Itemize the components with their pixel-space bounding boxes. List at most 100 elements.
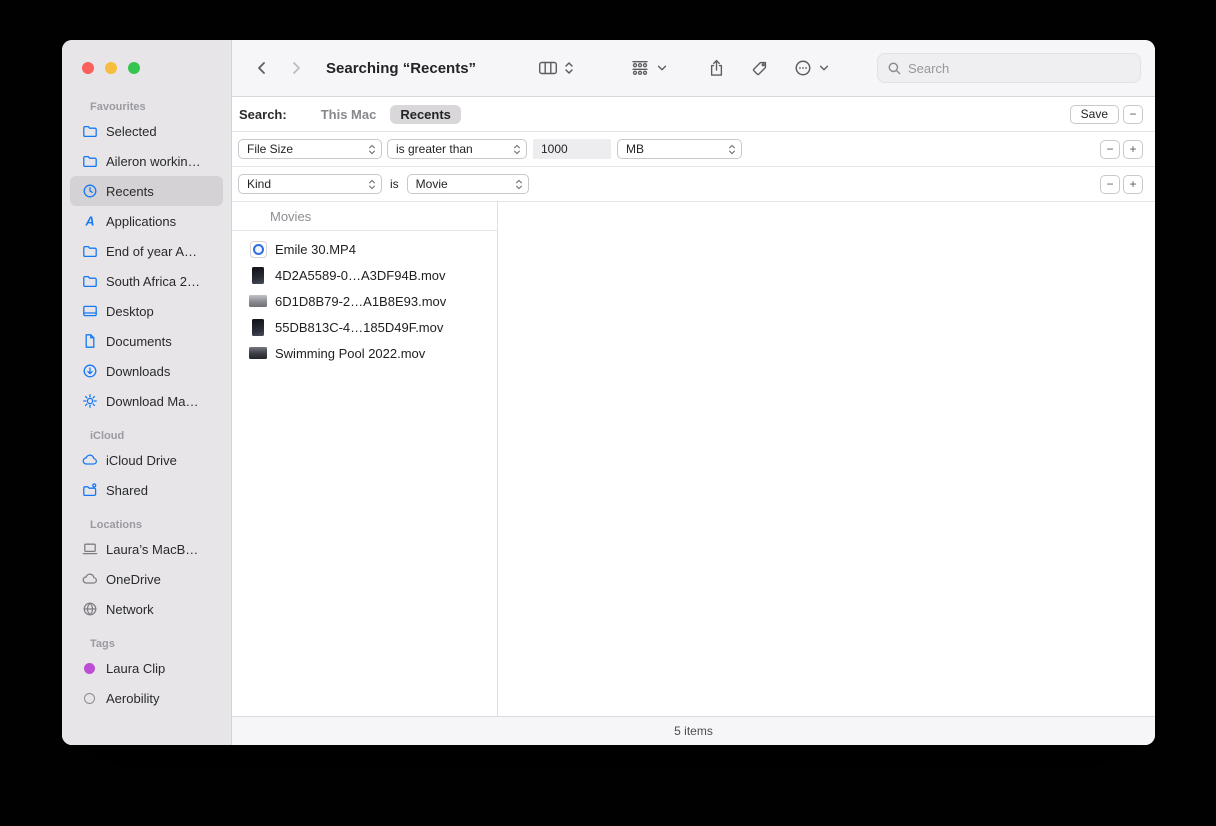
chevron-down-icon (656, 62, 668, 74)
unit-select[interactable]: MB (617, 139, 742, 159)
svg-text:A: A (84, 215, 94, 229)
tag-button[interactable] (751, 60, 768, 77)
video-thumbnail-icon (249, 344, 267, 362)
sidebar-item-icloud-drive[interactable]: iCloud Drive (70, 445, 223, 475)
share-button[interactable] (708, 59, 725, 77)
file-name: 4D2A5589-0…A3DF94B.mov (275, 268, 446, 283)
folder-icon (81, 273, 98, 290)
sidebar-item-onedrive[interactable]: OneDrive (70, 564, 223, 594)
sidebar: Favourites Selected Aileron workin… Rece… (62, 40, 232, 745)
ellipsis-circle-icon (794, 59, 812, 77)
remove-criterion-button[interactable]: − (1100, 175, 1120, 194)
sidebar-item-label: Recents (106, 184, 154, 199)
desktop-background: Favourites Selected Aileron workin… Rece… (0, 0, 1216, 826)
group-items-icon (630, 60, 650, 76)
sidebar-section-locations: Locations (90, 519, 219, 531)
fullscreen-window-button[interactable] (128, 62, 140, 74)
folder-icon (81, 123, 98, 140)
more-actions-control[interactable] (794, 59, 830, 77)
file-row[interactable]: 4D2A5589-0…A3DF94B.mov (232, 262, 497, 288)
clock-icon (81, 183, 98, 200)
sidebar-item-label: Network (106, 602, 154, 617)
file-size-value-input[interactable] (533, 139, 611, 159)
shared-folder-icon (81, 482, 98, 499)
sidebar-item-label: OneDrive (106, 572, 161, 587)
folder-icon (81, 153, 98, 170)
file-row[interactable]: Swimming Pool 2022.mov (232, 340, 497, 366)
search-scope-label: Search: (239, 107, 287, 122)
sidebar-item-label: Laura’s MacB… (106, 542, 198, 557)
attribute-select[interactable]: Kind (238, 174, 382, 194)
kind-value-select-value: Movie (416, 177, 448, 191)
attribute-select[interactable]: File Size (238, 139, 382, 159)
minimize-window-button[interactable] (105, 62, 117, 74)
kind-value-select[interactable]: Movie (407, 174, 529, 194)
sidebar-item-aileron-working[interactable]: Aileron workin… (70, 146, 223, 176)
sidebar-item-label: Aileron workin… (106, 154, 201, 169)
group-header: Movies (232, 202, 497, 231)
sidebar-item-desktop[interactable]: Desktop (70, 296, 223, 326)
file-name: Emile 30.MP4 (275, 242, 356, 257)
video-thumbnail-icon (249, 292, 267, 310)
cloud-icon (81, 571, 98, 588)
sidebar-section-icloud: iCloud (90, 430, 219, 442)
sidebar-item-recents[interactable]: Recents (70, 176, 223, 206)
save-search-button[interactable]: Save (1070, 105, 1119, 124)
quicktime-file-icon (249, 240, 267, 258)
scope-this-mac-button[interactable]: This Mac (321, 107, 377, 122)
sidebar-item-documents[interactable]: Documents (70, 326, 223, 356)
attribute-select-value: File Size (247, 142, 293, 156)
sidebar-item-shared[interactable]: Shared (70, 475, 223, 505)
file-row[interactable]: 6D1D8B79-2…A1B8E93.mov (232, 288, 497, 314)
sidebar-item-tag-laura-clip[interactable]: Laura Clip (70, 653, 223, 683)
file-row[interactable]: 55DB813C-4…185D49F.mov (232, 314, 497, 340)
sidebar-item-applications[interactable]: A Applications (70, 206, 223, 236)
operator-select[interactable]: is greater than (387, 139, 527, 159)
applications-icon: A (81, 213, 98, 230)
status-bar: 5 items (232, 716, 1155, 745)
back-button[interactable] (254, 60, 270, 76)
file-name: 55DB813C-4…185D49F.mov (275, 320, 443, 335)
add-criterion-button[interactable]: + (1123, 140, 1143, 159)
search-icon (887, 61, 902, 76)
sidebar-item-end-of-year[interactable]: End of year A… (70, 236, 223, 266)
collapse-criteria-button[interactable]: − (1123, 105, 1143, 124)
sidebar-item-tag-aerobility[interactable]: Aerobility (70, 683, 223, 713)
close-window-button[interactable] (82, 62, 94, 74)
operator-select-value: is greater than (396, 142, 473, 156)
column-view-icon (538, 60, 558, 76)
select-stepper-icon (515, 178, 523, 191)
group-by-control[interactable] (630, 60, 668, 76)
sidebar-item-network[interactable]: Network (70, 594, 223, 624)
sidebar-item-label: Shared (106, 483, 148, 498)
file-name: Swimming Pool 2022.mov (275, 346, 425, 361)
sidebar-item-label: Applications (106, 214, 176, 229)
sidebar-item-label: Selected (106, 124, 157, 139)
file-row[interactable]: Emile 30.MP4 (232, 236, 497, 262)
select-stepper-icon (368, 143, 376, 156)
chevron-down-icon (818, 62, 830, 74)
forward-button[interactable] (288, 60, 304, 76)
sidebar-item-downloads[interactable]: Downloads (70, 356, 223, 386)
remove-criterion-button[interactable]: − (1100, 140, 1120, 159)
sidebar-item-lauras-macbook[interactable]: Laura’s MacB… (70, 534, 223, 564)
sidebar-section-tags: Tags (90, 638, 219, 650)
view-mode-control[interactable] (538, 60, 574, 76)
select-stepper-icon (728, 143, 736, 156)
sidebar-item-south-africa[interactable]: South Africa 2… (70, 266, 223, 296)
document-icon (81, 333, 98, 350)
sidebar-item-selected[interactable]: Selected (70, 116, 223, 146)
preview-column[interactable] (498, 202, 1155, 716)
filter-row-kind: Kind is Movie − + (232, 167, 1155, 202)
sidebar-item-label: Laura Clip (106, 661, 165, 676)
scope-recents-button[interactable]: Recents (390, 105, 461, 124)
sidebar-item-download-manager[interactable]: Download Ma… (70, 386, 223, 416)
column-view: Movies Emile 30.MP4 4D2A5589-0…A3DF94B.m… (232, 202, 1155, 716)
toolbar-search-field[interactable] (877, 53, 1141, 83)
search-input[interactable] (908, 61, 1131, 76)
add-criterion-button[interactable]: + (1123, 175, 1143, 194)
sidebar-item-label: End of year A… (106, 244, 197, 259)
desktop-icon (81, 303, 98, 320)
sidebar-item-label: South Africa 2… (106, 274, 200, 289)
results-column: Movies Emile 30.MP4 4D2A5589-0…A3DF94B.m… (232, 202, 498, 716)
